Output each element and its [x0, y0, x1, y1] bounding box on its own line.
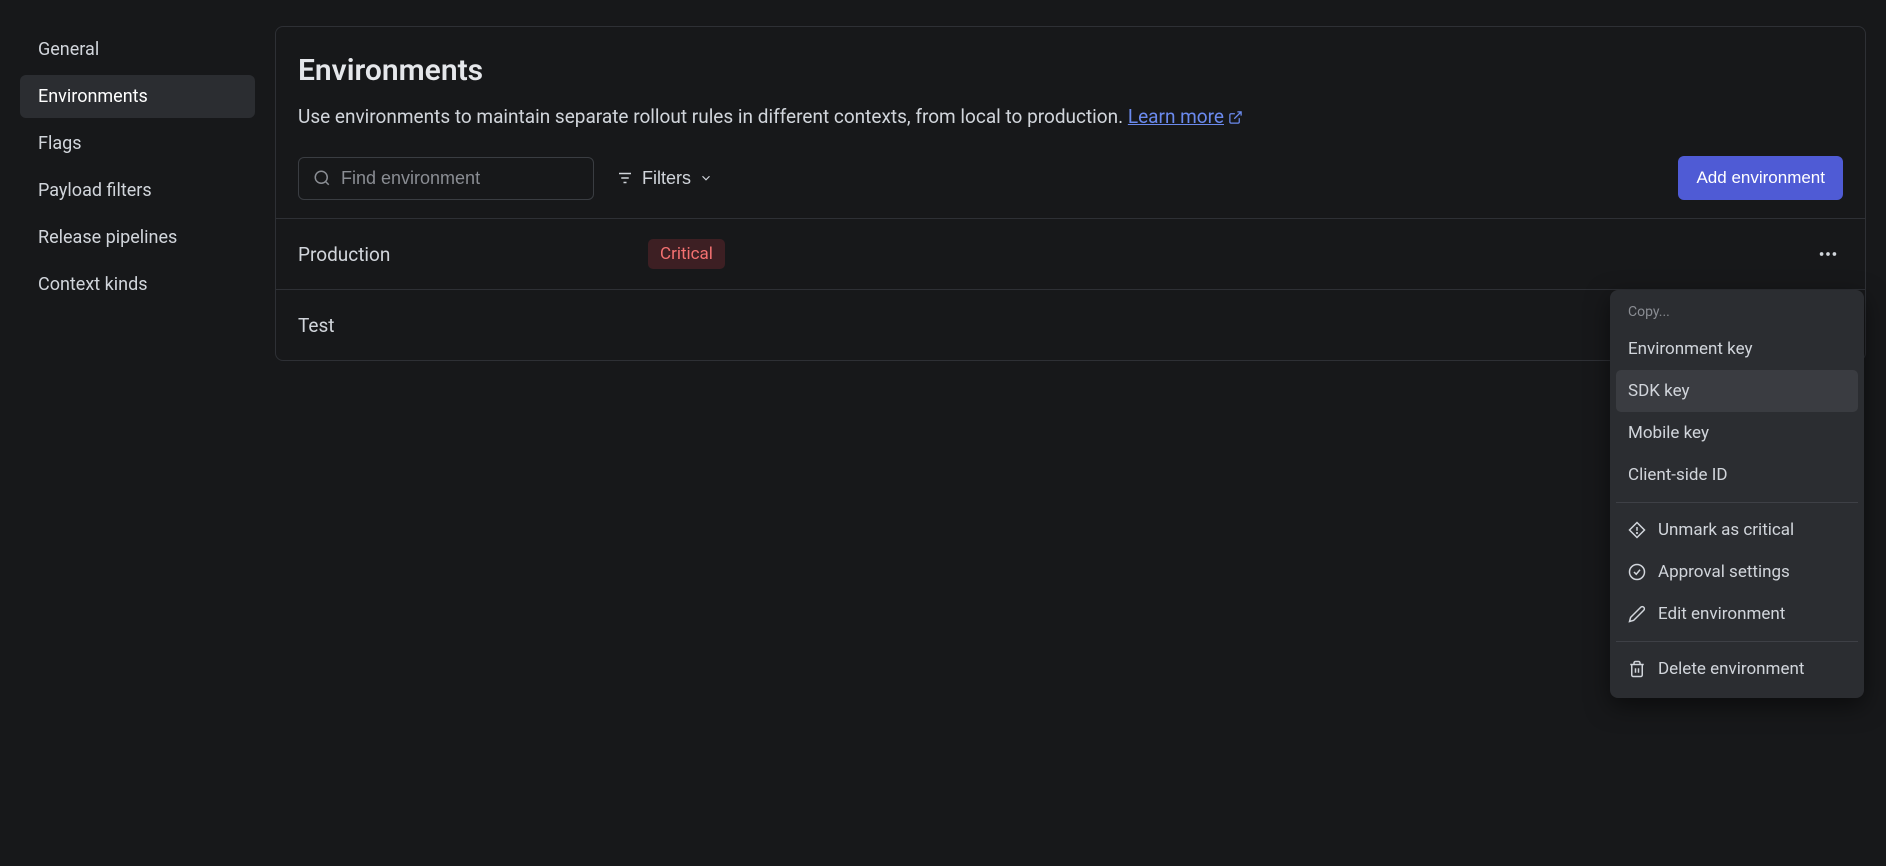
- learn-more-link[interactable]: Learn more: [1128, 105, 1243, 128]
- menu-item-edit-environment[interactable]: Edit environment: [1616, 593, 1858, 635]
- menu-item-approval-settings[interactable]: Approval settings: [1616, 551, 1858, 593]
- toolbar: Filters Add environment: [276, 150, 1865, 218]
- menu-item-label: Client-side ID: [1628, 465, 1728, 485]
- context-menu-header: Copy...: [1616, 298, 1858, 328]
- menu-item-label: Delete environment: [1658, 659, 1804, 679]
- menu-item-label: SDK key: [1628, 381, 1690, 401]
- menu-item-label: Approval settings: [1658, 562, 1790, 582]
- filters-label: Filters: [642, 168, 691, 189]
- sidebar-item-label: Release pipelines: [38, 227, 177, 248]
- panel-header: Environments Use environments to maintai…: [276, 27, 1865, 150]
- context-menu: Copy... Environment key SDK key Mobile k…: [1610, 290, 1864, 698]
- sidebar: General Environments Flags Payload filte…: [0, 0, 275, 866]
- page-title: Environments: [298, 53, 1843, 88]
- sidebar-item-general[interactable]: General: [20, 28, 255, 71]
- external-link-icon: [1228, 110, 1243, 125]
- menu-item-label: Environment key: [1628, 339, 1753, 359]
- sidebar-item-label: Flags: [38, 133, 82, 154]
- environment-row-production: Production Critical: [276, 218, 1865, 289]
- sidebar-item-label: Context kinds: [38, 274, 148, 295]
- sidebar-item-label: General: [38, 39, 99, 60]
- menu-divider: [1616, 502, 1858, 503]
- pencil-icon: [1628, 605, 1646, 623]
- menu-item-client-side-id[interactable]: Client-side ID: [1616, 454, 1858, 496]
- filters-button[interactable]: Filters: [616, 168, 713, 189]
- sidebar-item-payload-filters[interactable]: Payload filters: [20, 169, 255, 212]
- menu-divider: [1616, 641, 1858, 642]
- more-options-button[interactable]: [1813, 239, 1843, 269]
- menu-item-mobile-key[interactable]: Mobile key: [1616, 412, 1858, 454]
- chevron-down-icon: [699, 171, 713, 185]
- sidebar-item-environments[interactable]: Environments: [20, 75, 255, 118]
- environment-name: Production: [298, 243, 648, 266]
- page-description: Use environments to maintain separate ro…: [298, 102, 1843, 132]
- sidebar-item-context-kinds[interactable]: Context kinds: [20, 263, 255, 306]
- sidebar-item-release-pipelines[interactable]: Release pipelines: [20, 216, 255, 259]
- check-circle-icon: [1628, 563, 1646, 581]
- menu-item-label: Edit environment: [1658, 604, 1785, 624]
- menu-item-label: Mobile key: [1628, 423, 1709, 443]
- menu-item-label: Unmark as critical: [1658, 520, 1794, 540]
- sidebar-item-label: Payload filters: [38, 180, 152, 201]
- trash-icon: [1628, 660, 1646, 678]
- search-input[interactable]: [341, 168, 579, 189]
- menu-item-environment-key[interactable]: Environment key: [1616, 328, 1858, 370]
- diamond-alert-icon: [1628, 521, 1646, 539]
- sidebar-item-label: Environments: [38, 86, 148, 107]
- menu-item-unmark-critical[interactable]: Unmark as critical: [1616, 509, 1858, 551]
- main-content: Environments Use environments to maintai…: [275, 0, 1866, 866]
- search-box[interactable]: [298, 157, 594, 200]
- search-icon: [313, 169, 331, 187]
- add-environment-button[interactable]: Add environment: [1678, 156, 1843, 200]
- environment-name: Test: [298, 314, 648, 337]
- more-horizontal-icon: [1817, 243, 1839, 265]
- menu-item-sdk-key[interactable]: SDK key: [1616, 370, 1858, 412]
- sidebar-item-flags[interactable]: Flags: [20, 122, 255, 165]
- status-badge: Critical: [648, 239, 725, 269]
- filter-icon: [616, 169, 634, 187]
- menu-item-delete-environment[interactable]: Delete environment: [1616, 648, 1858, 690]
